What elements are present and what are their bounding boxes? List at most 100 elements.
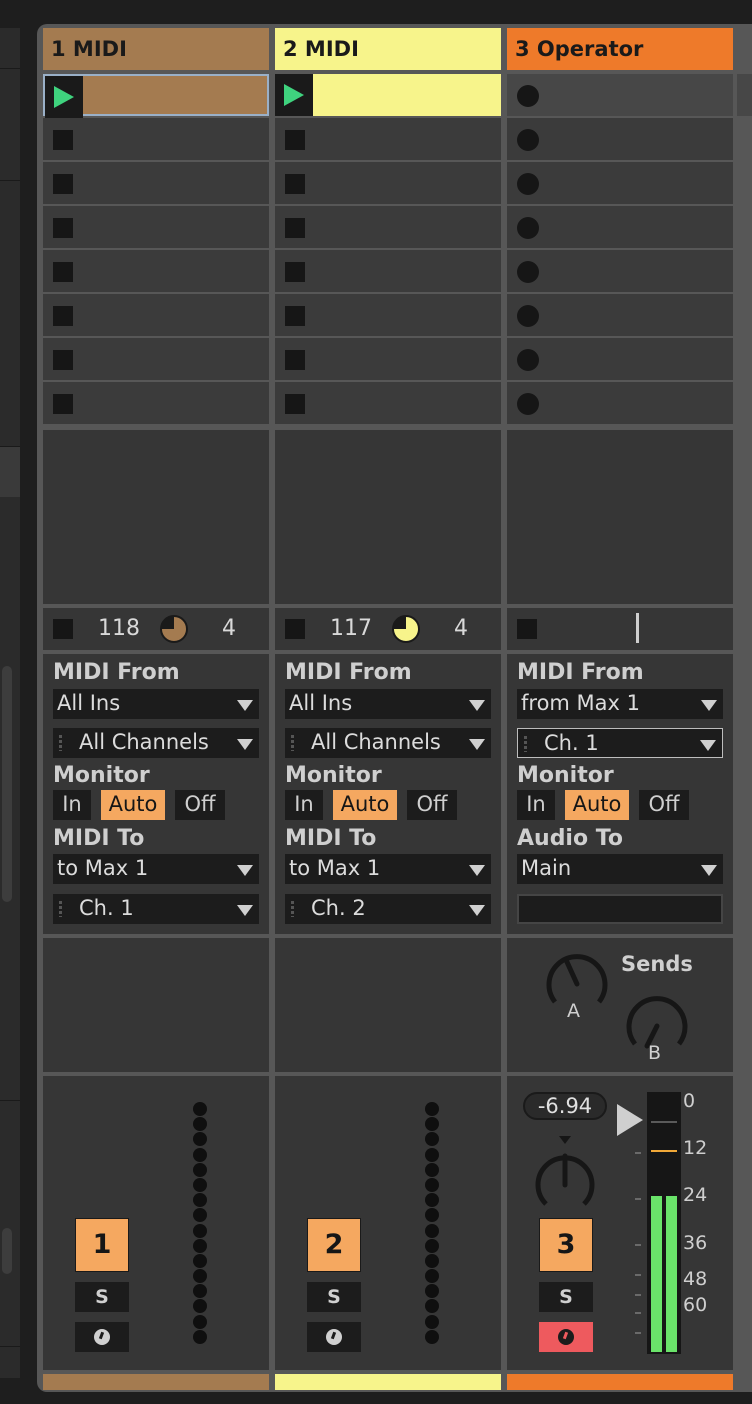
monitor-off-button[interactable]: Off [175, 790, 225, 820]
clip-length-value: 118 [98, 616, 140, 641]
clip-slot[interactable] [43, 382, 269, 424]
output-type-dropdown[interactable]: Main [517, 854, 723, 884]
monitor-auto-button[interactable]: Auto [565, 790, 629, 820]
stop-icon[interactable] [53, 218, 73, 238]
record-slot-icon[interactable] [517, 217, 539, 239]
stop-icon[interactable] [285, 350, 305, 370]
send-b-label: B [648, 1042, 662, 1064]
stop-icon[interactable] [285, 130, 305, 150]
clip-drop-area[interactable] [275, 430, 501, 604]
stop-icon[interactable] [285, 174, 305, 194]
clip-slot[interactable] [507, 206, 733, 248]
clip-slot[interactable] [275, 162, 501, 204]
arm-button[interactable] [307, 1322, 361, 1352]
stop-icon[interactable] [53, 262, 73, 282]
clip-slot[interactable] [275, 250, 501, 292]
record-slot-icon[interactable] [517, 129, 539, 151]
stop-icon[interactable] [53, 130, 73, 150]
clip-slot[interactable] [275, 338, 501, 380]
clip-slot[interactable] [275, 118, 501, 160]
input-channel-dropdown[interactable]: All Channels [53, 728, 259, 758]
clip-slot[interactable] [43, 338, 269, 380]
stop-icon[interactable] [285, 394, 305, 414]
record-slot-icon[interactable] [517, 393, 539, 415]
clip-slot[interactable] [507, 118, 733, 160]
stop-icon[interactable] [53, 174, 73, 194]
record-slot-icon[interactable] [517, 305, 539, 327]
input-type-dropdown[interactable]: from Max 1 [517, 689, 723, 719]
clip-drop-area[interactable] [507, 430, 733, 604]
volume-value-field[interactable]: -6.94 [523, 1092, 607, 1120]
arm-button[interactable] [539, 1322, 593, 1352]
clip-slot[interactable] [507, 162, 733, 204]
solo-button[interactable]: S [75, 1282, 129, 1312]
stop-icon[interactable] [53, 350, 73, 370]
record-slot-icon[interactable] [517, 261, 539, 283]
input-type-dropdown[interactable]: All Ins [53, 689, 259, 719]
track-activator-button[interactable]: 3 [539, 1218, 593, 1272]
input-channel-dropdown[interactable]: Ch. 1 [517, 728, 723, 758]
record-slot-icon[interactable] [517, 173, 539, 195]
left-scrollbar-thumb[interactable] [2, 666, 12, 902]
output-type-dropdown[interactable]: to Max 1 [53, 854, 259, 884]
clip-slot[interactable] [43, 118, 269, 160]
clip-slot-playing[interactable] [43, 74, 269, 118]
clip-launch-button[interactable] [45, 76, 83, 118]
output-channel-dropdown[interactable]: Ch. 2 [285, 894, 491, 924]
clip-slot[interactable] [507, 338, 733, 380]
stop-icon[interactable] [53, 394, 73, 414]
clip-slot[interactable] [43, 206, 269, 248]
clip-slot[interactable] [507, 250, 733, 292]
stop-icon[interactable] [285, 262, 305, 282]
clip-progress-pie-icon [392, 615, 420, 643]
solo-button[interactable]: S [539, 1282, 593, 1312]
clip-slot[interactable] [275, 382, 501, 424]
clip-status-row: 118 4 [43, 608, 269, 650]
clip-slot[interactable] [507, 74, 733, 116]
clip-slot[interactable] [43, 250, 269, 292]
record-slot-icon[interactable] [517, 85, 539, 107]
clip-slot[interactable] [507, 382, 733, 424]
stop-clips-button[interactable] [517, 619, 537, 639]
clip-slot[interactable] [43, 294, 269, 336]
track-3-column: 3 Operator MIDI From from Max 1 Ch. 1 Mo… [507, 28, 733, 1390]
stop-icon[interactable] [285, 218, 305, 238]
monitor-in-button[interactable]: In [53, 790, 91, 820]
output-channel-field[interactable] [517, 894, 723, 924]
track-header[interactable]: 2 MIDI [275, 28, 501, 70]
left-strip-handle[interactable] [2, 1228, 12, 1274]
stop-icon[interactable] [53, 306, 73, 326]
stop-icon[interactable] [285, 306, 305, 326]
monitor-off-button[interactable]: Off [639, 790, 689, 820]
track-header[interactable]: 1 MIDI [43, 28, 269, 70]
monitor-in-button[interactable]: In [285, 790, 323, 820]
solo-button[interactable]: S [307, 1282, 361, 1312]
clip-slot[interactable] [507, 294, 733, 336]
monitor-in-button[interactable]: In [517, 790, 555, 820]
stop-clips-button[interactable] [53, 619, 73, 639]
clip-launch-button[interactable] [275, 74, 313, 116]
output-type-dropdown[interactable]: to Max 1 [285, 854, 491, 884]
grip-icon [291, 901, 294, 917]
arm-button[interactable] [75, 1322, 129, 1352]
record-slot-icon[interactable] [517, 349, 539, 371]
clip-slot[interactable] [275, 294, 501, 336]
output-channel-dropdown[interactable]: Ch. 1 [53, 894, 259, 924]
pan-knob[interactable] [529, 1132, 601, 1214]
monitor-off-button[interactable]: Off [407, 790, 457, 820]
clip-slot[interactable] [275, 206, 501, 248]
clip-drop-area[interactable] [43, 430, 269, 604]
meter-scale-label: 48 [683, 1268, 708, 1290]
track-header[interactable]: 3 Operator [507, 28, 733, 70]
monitor-auto-button[interactable]: Auto [333, 790, 397, 820]
track-activator-button[interactable]: 1 [75, 1218, 129, 1272]
input-channel-dropdown[interactable]: All Channels [285, 728, 491, 758]
chevron-down-icon [701, 865, 717, 876]
volume-fader-handle[interactable] [617, 1104, 643, 1136]
stop-clips-button[interactable] [285, 619, 305, 639]
input-type-dropdown[interactable]: All Ins [285, 689, 491, 719]
monitor-auto-button[interactable]: Auto [101, 790, 165, 820]
track-activator-button[interactable]: 2 [307, 1218, 361, 1272]
clip-slot-playing[interactable] [275, 74, 501, 116]
clip-slot[interactable] [43, 162, 269, 204]
